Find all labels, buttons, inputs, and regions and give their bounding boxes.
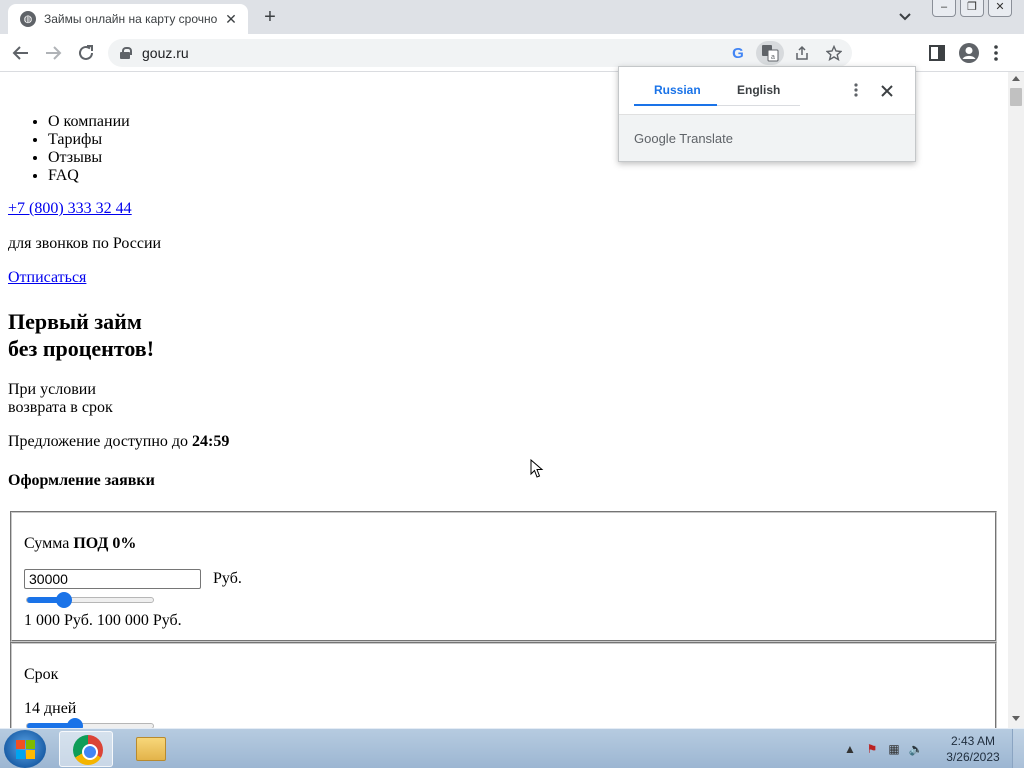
scroll-up-arrow-icon[interactable] <box>1012 76 1020 81</box>
taskbar-chrome[interactable] <box>59 731 113 767</box>
action-center-flag-icon[interactable]: ⚑ <box>864 741 880 757</box>
translate-tab-indicator <box>634 104 717 106</box>
reload-icon[interactable] <box>75 42 97 64</box>
window-controls: – ❐ ✕ <box>932 0 1012 17</box>
profile-avatar-icon[interactable] <box>958 42 980 64</box>
site-nav: О компании Тарифы Отзывы FAQ <box>48 113 130 185</box>
windows-logo-icon <box>16 740 35 759</box>
amount-range-text: 1 000 Руб. 100 000 Руб. <box>24 612 182 629</box>
folder-icon <box>136 737 166 761</box>
nav-item-reviews[interactable]: Отзывы <box>48 149 130 167</box>
chrome-icon <box>73 735 103 765</box>
headline-line-2: без процентов! <box>8 336 155 361</box>
scrollbar-thumb[interactable] <box>1010 88 1022 106</box>
condition-line-2: возврата в срок <box>8 399 113 416</box>
translate-popup-header: Russian English <box>619 67 915 115</box>
show-desktop-button[interactable] <box>1012 729 1024 768</box>
term-section <box>10 642 997 728</box>
side-panel-icon[interactable] <box>926 42 948 64</box>
nav-item-about[interactable]: О компании <box>48 113 130 131</box>
amount-label-text: Сумма <box>24 535 74 552</box>
offer-timer: 24:59 <box>192 433 230 450</box>
new-tab-button[interactable]: + <box>258 6 282 28</box>
clock-date: 3/26/2023 <box>946 750 1000 764</box>
system-tray: ▲ ⚑ ▦ 🔈 <box>842 729 924 768</box>
address-bar-actions: G a <box>724 39 852 67</box>
page-scrollbar[interactable] <box>1008 72 1024 728</box>
headline-line-1: Первый займ <box>8 309 142 334</box>
tab-close-icon[interactable]: ✕ <box>222 11 240 28</box>
minimize-button[interactable]: – <box>932 0 956 17</box>
condition-text: При условии возврата в срок <box>8 381 113 417</box>
taskbar-clock[interactable]: 2:43 AM 3/26/2023 <box>936 733 1010 765</box>
term-label: Срок <box>24 666 59 683</box>
forward-arrow-icon[interactable] <box>42 42 64 64</box>
offer-text: Предложение доступно до 24:59 <box>8 433 229 451</box>
term-value: 14 дней <box>24 700 77 717</box>
back-arrow-icon[interactable] <box>10 42 32 64</box>
url-text: gouz.ru <box>142 45 189 61</box>
unsubscribe-link[interactable]: Отписаться <box>8 269 86 287</box>
bookmark-star-icon[interactable] <box>820 41 848 65</box>
amount-input[interactable] <box>24 569 201 589</box>
condition-line-1: При условии <box>8 381 96 398</box>
page-content: О компании Тарифы Отзывы FAQ +7 (800) 33… <box>0 72 1008 728</box>
globe-icon: ◍ <box>20 11 36 27</box>
nav-item-faq[interactable]: FAQ <box>48 167 130 185</box>
menu-kebab-icon[interactable] <box>988 42 1004 64</box>
form-title: Оформление заявки <box>8 472 155 489</box>
google-lens-icon[interactable]: G <box>724 41 752 65</box>
phone-link[interactable]: +7 (800) 333 32 44 <box>8 200 132 218</box>
phone-note: для звонков по России <box>8 235 162 252</box>
translate-close-icon[interactable] <box>880 84 894 98</box>
tab-title: Займы онлайн на карту срочно <box>44 12 218 26</box>
amount-label-rate: ПОД 0% <box>73 535 137 552</box>
translate-options-icon[interactable] <box>851 81 861 99</box>
address-bar[interactable]: gouz.ru G a <box>108 39 852 67</box>
lock-icon[interactable] <box>120 47 132 59</box>
scroll-down-arrow-icon[interactable] <box>1012 716 1020 721</box>
tray-expand-icon[interactable]: ▲ <box>842 741 858 757</box>
taskbar: ▲ ⚑ ▦ 🔈 2:43 AM 3/26/2023 <box>0 728 1024 768</box>
google-translate-brand: Google Translate <box>634 131 734 146</box>
network-icon[interactable]: ▦ <box>886 741 902 757</box>
amount-slider-thumb[interactable] <box>55 592 72 608</box>
translate-tab-source[interactable]: Russian <box>654 83 701 97</box>
toolbar-right <box>926 39 1004 67</box>
mouse-cursor-icon <box>530 459 544 478</box>
offer-label: Предложение доступно до <box>8 433 193 450</box>
tab-strip: ◍ Займы онлайн на карту срочно ✕ + – ❐ ✕ <box>0 0 1024 34</box>
translate-icon[interactable]: a <box>756 41 784 65</box>
share-icon[interactable] <box>788 41 816 65</box>
term-slider-thumb[interactable] <box>66 718 83 728</box>
taskbar-explorer[interactable] <box>124 731 178 767</box>
nav-item-tariffs[interactable]: Тарифы <box>48 131 130 149</box>
translate-popup: Russian English Google Translate <box>618 66 916 162</box>
browser-tab[interactable]: ◍ Займы онлайн на карту срочно ✕ <box>8 4 248 34</box>
translate-tab-target[interactable]: English <box>737 83 780 97</box>
tab-search-chevron-icon[interactable] <box>895 8 915 26</box>
amount-label: Сумма ПОД 0% <box>24 535 136 553</box>
amount-slider[interactable] <box>26 592 154 608</box>
svg-text:a: a <box>771 54 775 61</box>
amount-unit: Руб. <box>213 570 242 587</box>
headline: Первый займ без процентов! <box>8 308 154 362</box>
volume-muted-icon[interactable]: 🔈 <box>908 741 924 757</box>
translate-tab-divider <box>717 105 800 106</box>
start-button[interactable] <box>4 730 46 768</box>
close-window-button[interactable]: ✕ <box>988 0 1012 17</box>
clock-time: 2:43 AM <box>950 734 996 748</box>
restore-button[interactable]: ❐ <box>960 0 984 17</box>
